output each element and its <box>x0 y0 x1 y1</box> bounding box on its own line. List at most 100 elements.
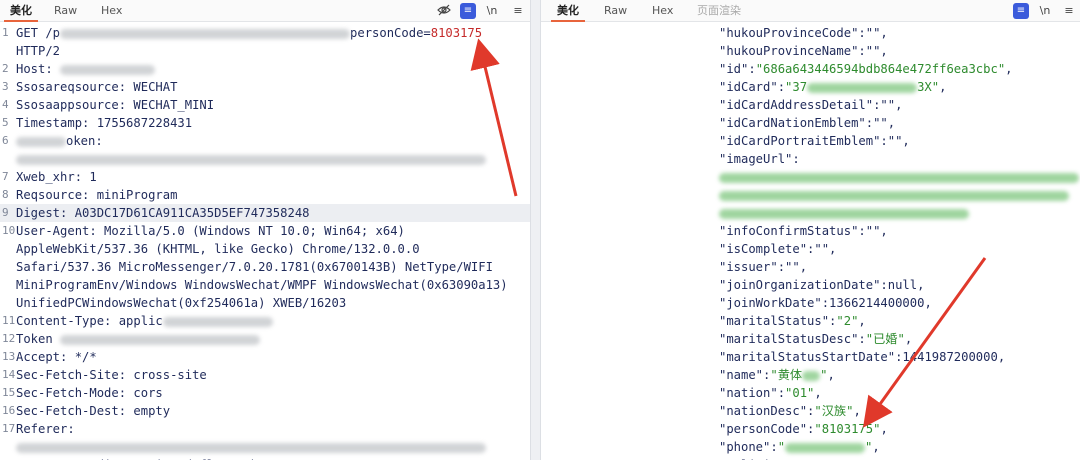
tab-pretty[interactable]: 美化 <box>4 0 38 22</box>
newline-icon[interactable]: \n <box>1037 3 1053 19</box>
code-token: "phone": <box>719 440 778 454</box>
redacted-text <box>60 28 351 39</box>
code-text: Sec-Fetch-Dest: empty <box>16 402 170 420</box>
code-text: Token <box>16 330 261 348</box>
code-line: "hukouProvinceName":"", <box>541 42 1080 60</box>
code-line: "infoConfirmStatus":"", <box>541 222 1080 240</box>
code-text: Accept: */* <box>16 348 97 366</box>
code-token: , <box>814 386 822 400</box>
tab-render[interactable]: 页面渲染 <box>691 0 747 22</box>
line-number: 6 <box>2 134 9 147</box>
code-token: , <box>1005 62 1013 76</box>
code-line: 8 Reqsource: miniProgram <box>0 186 530 204</box>
code-token: Sec-Fetch-Site: cross-site <box>16 368 207 382</box>
line-number: 1 <box>2 26 9 39</box>
redacted-text <box>162 316 273 327</box>
menu-icon[interactable]: ≡ <box>1061 3 1077 19</box>
code-token: "hukouProvinceName":"", <box>719 44 888 58</box>
code-token: "id": <box>719 62 756 76</box>
code-token: "joinOrganizationDate":null, <box>719 278 925 292</box>
code-text: "maritalStatusStartDate":1441987200000, <box>719 348 1005 366</box>
pane-divider[interactable] <box>530 0 541 460</box>
tab-raw[interactable]: Raw <box>48 0 83 22</box>
code-token: "isComplete":"", <box>719 242 837 256</box>
code-token: "infoConfirmStatus":"", <box>719 224 888 238</box>
code-text: "imageUrl": <box>719 150 800 168</box>
response-editor[interactable]: "hukouProvinceCode":"", "hukouProvinceNam… <box>541 22 1080 460</box>
code-line: "maritalStatus":"2", <box>541 312 1080 330</box>
code-line: 1 GET /p personCode=8103175 <box>0 24 530 42</box>
code-token: "01" <box>785 386 815 400</box>
code-text: "idCard":"37 3X", <box>719 78 946 96</box>
tab-raw[interactable]: Raw <box>598 0 633 22</box>
code-text: "idCardAddressDetail":"", <box>719 96 902 114</box>
code-line: 5 Timestamp: 1755687228431 <box>0 114 530 132</box>
request-editor[interactable]: 1 GET /p personCode=8103175 HTTP/2 2 Host: 3S… <box>0 22 530 460</box>
code-text: "phone":" ", <box>719 438 880 456</box>
line-number: 11 <box>2 314 16 327</box>
code-text: "hukouProvinceName":"", <box>719 42 888 60</box>
code-text: HTTP/2 <box>16 42 60 60</box>
code-line: "phone":" ", <box>541 438 1080 456</box>
code-line: "isComplete":"", <box>541 240 1080 258</box>
code-text: MiniProgramEnv/Windows WindowsWechat/WMP… <box>16 276 508 294</box>
code-text: "personCode":"8103175", <box>719 420 888 438</box>
line-number: 7 <box>2 170 9 183</box>
code-token: Token <box>16 332 61 346</box>
tab-hex[interactable]: Hex <box>95 0 128 22</box>
code-text: "name":"黄体 ", <box>719 366 835 384</box>
menu-icon[interactable]: ≡ <box>510 3 526 19</box>
tab-hex[interactable]: Hex <box>646 0 679 22</box>
code-line: "name":"黄体 ", <box>541 366 1080 384</box>
redacted-text <box>719 190 1069 201</box>
newline-icon[interactable]: \n <box>484 3 500 19</box>
code-token: "name": <box>719 368 771 382</box>
code-token: "已婚" <box>865 332 905 346</box>
line-number: 15 <box>2 386 16 399</box>
code-token: 3X" <box>917 80 940 94</box>
code-line: "idCardPortraitEmblem":"", <box>541 132 1080 150</box>
code-token: oken: <box>66 134 103 148</box>
eye-off-icon[interactable] <box>436 3 452 19</box>
code-text: Safari/537.36 MicroMessenger/7.0.20.1781… <box>16 258 493 276</box>
wrap-icon[interactable]: ≡ <box>460 3 476 19</box>
line-number: 5 <box>2 116 9 129</box>
code-text: Reqsource: miniProgram <box>16 186 177 204</box>
redacted-text <box>60 64 156 75</box>
code-token: 8103175 <box>430 26 483 40</box>
code-line: 10 User-Agent: Mozilla/5.0 (Windows NT 10… <box>0 222 530 240</box>
code-token: , <box>853 404 861 418</box>
code-text: Sec-Fetch-Site: cross-site <box>16 366 207 384</box>
code-line: 12 Token <box>0 330 530 348</box>
code-token: personCode= <box>350 26 431 40</box>
code-token: "personCode": <box>719 422 815 436</box>
redacted-text <box>719 208 969 219</box>
code-token: "idCardPortraitEmblem":"", <box>719 134 910 148</box>
code-line: 16 Sec-Fetch-Dest: empty <box>0 402 530 420</box>
code-text <box>719 168 1079 186</box>
code-token: Sec-Fetch-Mode: cors <box>16 386 163 400</box>
code-token: Content-Type: applic <box>16 314 163 328</box>
redacted-text <box>719 172 1079 183</box>
code-token: "idCard": <box>719 80 786 94</box>
code-line: "idCardAddressDetail":"", <box>541 96 1080 114</box>
code-text <box>16 438 486 456</box>
code-token: MiniProgramEnv/Windows WindowsWechat/WMP… <box>16 278 508 292</box>
line-number: 8 <box>2 188 9 201</box>
line-number: 12 <box>2 332 16 345</box>
wrap-icon[interactable]: ≡ <box>1013 3 1029 19</box>
tab-pretty[interactable]: 美化 <box>551 0 585 22</box>
code-line: 6 oken: <box>0 132 530 150</box>
code-token: " <box>777 440 786 454</box>
redacted-text <box>16 136 66 147</box>
code-text: Ssosareqsource: WECHAT <box>16 78 177 96</box>
code-token: Ssosareqsource: WECHAT <box>16 80 178 94</box>
code-text: "idCardNationEmblem":"", <box>719 114 895 132</box>
code-line: "idCard":"37 3X", <box>541 78 1080 96</box>
code-line: 4 Ssosaappsource: WECHAT_MINI <box>0 96 530 114</box>
code-line: 15 Sec-Fetch-Mode: cors <box>0 384 530 402</box>
code-token: HTTP/2 <box>16 44 61 58</box>
code-token: "idCardAddressDetail":"", <box>719 98 903 112</box>
redacted-text <box>785 442 866 453</box>
code-line <box>541 186 1080 204</box>
